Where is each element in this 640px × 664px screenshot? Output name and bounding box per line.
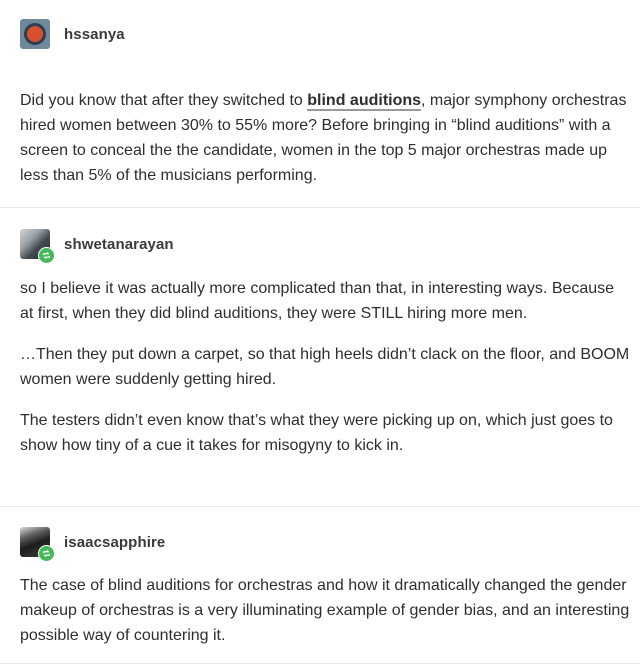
post-header: isaacsapphire [20, 527, 165, 562]
reblog-icon [38, 545, 55, 562]
post-header: shwetanarayan [20, 229, 174, 264]
post-shwetanarayan: shwetanarayan so I believe it was actual… [0, 208, 640, 507]
blind-auditions-link[interactable]: blind auditions [307, 92, 422, 111]
post-isaacsapphire: isaacsapphire The case of blind audition… [0, 507, 640, 664]
post-paragraph: …Then they put down a carpet, so that hi… [20, 346, 630, 388]
avatar[interactable] [20, 527, 55, 562]
post-paragraph: Did you know that after they switched to… [20, 88, 630, 188]
post-body: Did you know that after they switched to… [20, 88, 630, 188]
post-body: The case of blind auditions for orchestr… [20, 573, 630, 648]
username[interactable]: isaacsapphire [64, 534, 165, 551]
text-segment: Did you know that after they switched to [20, 92, 308, 109]
username[interactable]: hssanya [64, 26, 125, 43]
post-paragraph: so I believe it was actually more compli… [20, 280, 615, 322]
post-paragraph: The testers didn’t even know that’s what… [20, 412, 613, 454]
post-paragraph: The case of blind auditions for orchestr… [20, 577, 630, 644]
post-body: so I believe it was actually more compli… [20, 276, 630, 458]
username[interactable]: shwetanarayan [64, 236, 174, 253]
avatar-dot [27, 26, 43, 42]
reblog-icon [38, 247, 55, 264]
post-header: hssanya [20, 19, 125, 49]
avatar[interactable] [20, 229, 55, 264]
post-hssanya: hssanya Did you know that after they swi… [0, 0, 640, 208]
avatar[interactable] [20, 19, 50, 49]
